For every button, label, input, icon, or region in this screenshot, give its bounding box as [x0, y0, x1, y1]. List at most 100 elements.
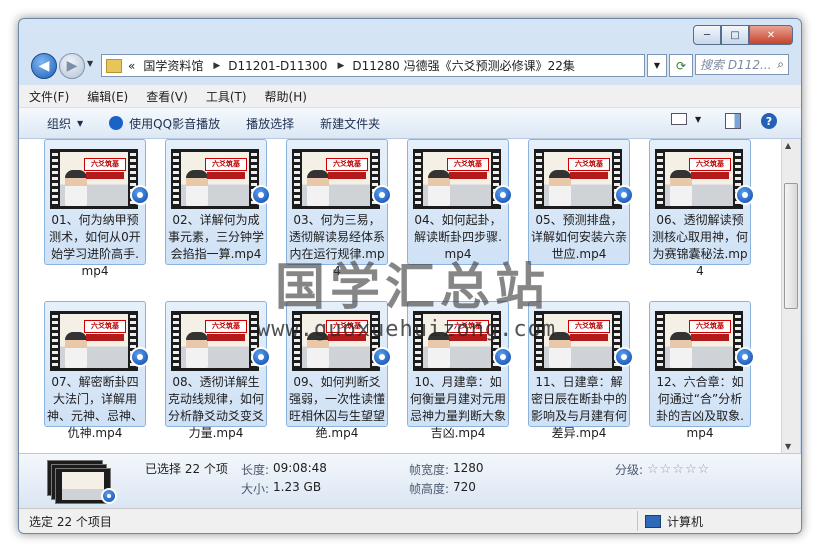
address-bar[interactable]: « 国学资料馆 ▶ D11201-D11300 ▶ D11280 冯德强《六爻预…	[101, 54, 645, 77]
refresh-icon[interactable]: ⟳	[669, 54, 693, 77]
film-strip	[657, 153, 663, 205]
file-name: 10、月建章：如何衡量月建对元用忌神力量判断大象吉凶.mp4	[410, 375, 507, 440]
file-item[interactable]: 六爻筑基 08、透彻详解生克动线规律，如何分析静爻动爻变爻力量.mp4	[165, 301, 271, 440]
rating-stars[interactable]: ☆☆☆☆☆	[647, 462, 710, 477]
thumbnail-picture: 六爻筑基	[181, 314, 249, 368]
title-bar: ─ □ ✕	[19, 19, 801, 49]
thumbnail-picture: 六爻筑基	[665, 314, 733, 368]
scroll-up-icon[interactable]: ▲	[785, 141, 791, 150]
video-thumbnail: 六爻筑基	[655, 149, 743, 209]
video-thumbnail: 六爻筑基	[292, 149, 380, 209]
menu-bar: 文件(F) 编辑(E) 查看(V) 工具(T) 帮助(H)	[19, 85, 801, 107]
back-button[interactable]: ◀	[31, 53, 57, 79]
help-button[interactable]: ?	[761, 113, 777, 129]
close-button[interactable]: ✕	[749, 25, 793, 45]
chevron-down-icon: ▼	[695, 114, 702, 124]
breadcrumb-item[interactable]: 国学资料馆	[143, 57, 203, 74]
file-name: 01、何为纳甲预测术，如何从0开始学习进阶高手.mp4	[49, 213, 141, 278]
file-item[interactable]: 六爻筑基 02、详解何为成事元素，三分钟学会掐指一算.mp4	[165, 139, 271, 265]
change-view-button[interactable]: ▼	[671, 113, 701, 125]
file-name: 02、详解何为成事元素，三分钟学会掐指一算.mp4	[168, 213, 265, 261]
presenter-figure	[186, 332, 208, 368]
thumbnail-subbanner	[86, 172, 124, 179]
video-thumbnail: 六爻筑基	[50, 311, 138, 371]
file-item[interactable]: 六爻筑基 12、六合章：如何通过“合”分析卦的吉凶及取象.mp4	[649, 301, 755, 440]
film-strip	[173, 315, 179, 367]
thumbnail-banner: 六爻筑基	[568, 320, 610, 333]
qq-player-badge-icon	[493, 185, 513, 205]
qq-player-badge-icon	[130, 185, 150, 205]
play-selection-label: 播放选择	[246, 116, 295, 131]
scrollbar-thumb[interactable]	[784, 183, 798, 309]
menu-help[interactable]: 帮助(H)	[265, 88, 307, 105]
presenter-figure	[670, 170, 692, 206]
address-dropdown-icon[interactable]: ▼	[647, 54, 667, 77]
video-thumbnail: 六爻筑基	[534, 149, 622, 209]
menu-view[interactable]: 查看(V)	[146, 88, 188, 105]
video-thumbnail: 六爻筑基	[655, 311, 743, 371]
watermark-url: www.guoxuehuizong.com	[257, 317, 557, 342]
preview-pane-button[interactable]	[725, 113, 741, 129]
qq-player-badge-icon	[493, 347, 513, 367]
qq-player-badge-icon	[735, 347, 755, 367]
play-with-qq-button[interactable]: 使用QQ影音播放	[109, 115, 220, 132]
qq-player-badge-icon	[101, 488, 117, 504]
search-icon[interactable]: ⌕	[777, 57, 784, 72]
video-thumbnail: 六爻筑基	[50, 149, 138, 209]
film-strip	[173, 153, 179, 205]
film-strip	[52, 315, 58, 367]
search-input[interactable]: 搜索 D112... ⌕	[695, 54, 789, 75]
preview-pane-icon	[725, 113, 741, 129]
breadcrumb-separator-icon[interactable]: ▶	[337, 61, 344, 71]
maximize-button[interactable]: □	[721, 25, 749, 45]
new-folder-button[interactable]: 新建文件夹	[320, 115, 380, 132]
film-strip	[52, 153, 58, 205]
thumbnail-banner: 六爻筑基	[447, 158, 489, 171]
thumbnail-banner: 六爻筑基	[84, 320, 126, 333]
thumbnail-subbanner	[328, 172, 366, 179]
new-folder-label: 新建文件夹	[320, 116, 381, 131]
size-label: 大小:	[241, 482, 270, 496]
organize-label: 组织	[47, 116, 72, 131]
minimize-button[interactable]: ─	[693, 25, 721, 45]
computer-icon	[645, 515, 661, 528]
selection-thumbnail-stack	[47, 460, 119, 504]
file-item[interactable]: 六爻筑基 06、透彻解读预测核心取用神，何为赛锦囊秘法.mp4	[649, 139, 755, 278]
file-item[interactable]: 六爻筑基 07、解密断卦四大法门，详解用神、元神、忌神、仇神.mp4	[44, 301, 150, 440]
organize-button[interactable]: 组织 ▼	[47, 115, 83, 132]
thumbnail-banner: 六爻筑基	[205, 158, 247, 171]
recent-pages-dropdown-icon[interactable]: ▼	[87, 59, 93, 68]
presenter-figure	[549, 170, 571, 206]
video-thumbnail: 六爻筑基	[171, 311, 259, 371]
frame-height-label: 帧高度:	[409, 482, 450, 496]
menu-file[interactable]: 文件(F)	[29, 88, 69, 105]
breadcrumb-overflow-icon[interactable]: «	[128, 59, 135, 73]
qq-player-icon	[109, 116, 124, 130]
watermark-title: 国学汇总站	[275, 258, 550, 316]
view-icon	[671, 113, 687, 125]
folder-icon	[106, 58, 122, 73]
file-item[interactable]: 六爻筑基 01、何为纳甲预测术，如何从0开始学习进阶高手.mp4	[44, 139, 150, 278]
play-selection-button[interactable]: 播放选择	[246, 115, 294, 132]
file-name: 06、透彻解读预测核心取用神，何为赛锦囊秘法.mp4	[652, 213, 749, 278]
forward-button[interactable]: ▶	[59, 53, 85, 79]
help-icon: ?	[761, 113, 777, 129]
scroll-down-icon[interactable]: ▼	[785, 442, 791, 451]
menu-edit[interactable]: 编辑(E)	[87, 88, 128, 105]
breadcrumb-item[interactable]: D11201-D11300	[228, 59, 327, 73]
menu-tools[interactable]: 工具(T)	[206, 88, 247, 105]
file-name: 12、六合章：如何通过“合”分析卦的吉凶及取象.mp4	[656, 375, 744, 440]
thumbnail-banner: 六爻筑基	[689, 158, 731, 171]
thumbnail-banner: 六爻筑基	[84, 158, 126, 171]
length-value: 09:08:48	[273, 461, 327, 475]
thumbnail-banner: 六爻筑基	[205, 320, 247, 333]
qq-player-badge-icon	[735, 185, 755, 205]
breadcrumb-separator-icon[interactable]: ▶	[213, 61, 220, 71]
breadcrumb-item[interactable]: D11280 冯德强《六爻预测必修课》22集	[352, 57, 575, 74]
vertical-scrollbar[interactable]: ▲ ▼	[781, 139, 800, 453]
file-name: 08、透彻详解生克动线规律，如何分析静爻动爻变爻力量.mp4	[168, 375, 265, 440]
film-strip	[657, 315, 663, 367]
presenter-figure	[670, 332, 692, 368]
thumbnail-banner: 六爻筑基	[689, 320, 731, 333]
qq-player-badge-icon	[372, 347, 392, 367]
